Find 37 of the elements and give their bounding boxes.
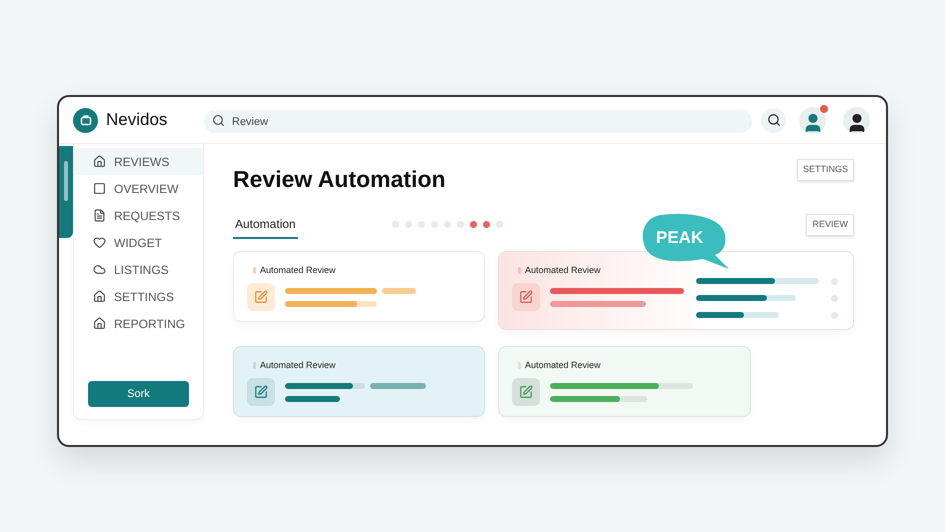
search-icon [766, 113, 780, 127]
nav-icon [93, 317, 106, 330]
avatar[interactable] [843, 106, 870, 134]
sidebar-item[interactable]: REVIEWS [74, 148, 203, 175]
sidebar-item[interactable]: LISTINGS [74, 256, 203, 283]
search-field[interactable]: Review [204, 110, 752, 133]
scrollbar[interactable] [59, 146, 73, 238]
nav-icon [93, 236, 106, 249]
callout-text: PEAK [656, 227, 704, 249]
note-icon [519, 290, 533, 304]
search-icon [212, 114, 225, 126]
card-title: Automated Review [525, 358, 601, 372]
sidebar-item[interactable]: OVERVIEW [74, 175, 203, 202]
sidebar-item[interactable]: REQUESTS [74, 202, 203, 229]
nav-icon [93, 182, 106, 195]
card-title: Automated Review [525, 264, 601, 276]
nav-icon [93, 290, 106, 303]
review-button[interactable]: REVIEW [806, 214, 854, 236]
note-icon [254, 290, 268, 304]
logo-icon [73, 108, 98, 132]
brand-name: Nevidos [106, 109, 168, 132]
card-title: Automated Review [260, 264, 336, 276]
card-title: Automated Review [260, 358, 336, 372]
sidebar-item[interactable]: REPORTING [74, 310, 203, 337]
tab[interactable]: Automation [233, 210, 298, 238]
note-icon [254, 385, 268, 399]
sidebar-item[interactable]: WIDGET [74, 229, 203, 256]
sork-button[interactable]: Sork [88, 381, 189, 407]
search-button[interactable] [761, 108, 786, 132]
nav-icon [93, 263, 106, 276]
nav-icon [93, 209, 106, 222]
nav-icon [93, 155, 106, 168]
notification-badge [819, 104, 829, 114]
page-title: Review Automation [233, 165, 446, 194]
sidebar-item[interactable]: SETTINGS [74, 283, 203, 310]
settings-button[interactable]: SETTINGS [796, 159, 854, 181]
note-icon [519, 385, 533, 399]
